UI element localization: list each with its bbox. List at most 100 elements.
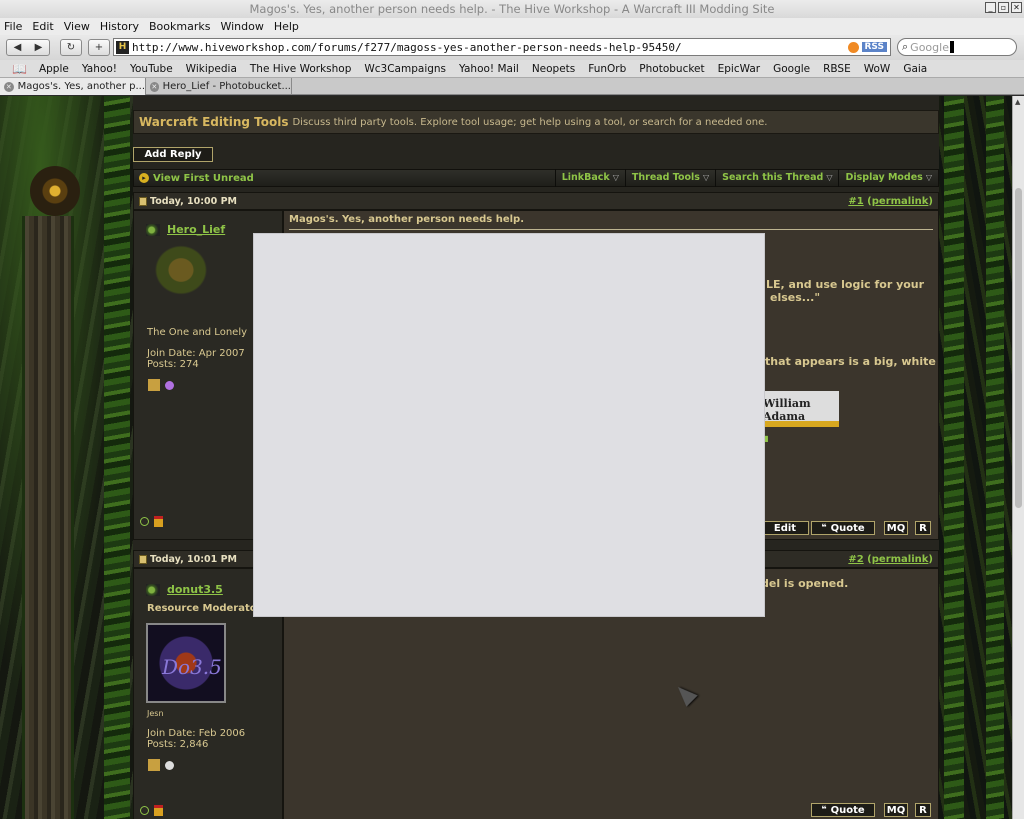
quote-label: Quote — [830, 522, 865, 534]
post-footer-icons — [140, 516, 163, 527]
user-row: donut3.5 — [146, 583, 223, 596]
back-button[interactable]: ◀ — [7, 42, 28, 53]
site-favicon-icon: H — [116, 40, 129, 54]
tab-photobucket[interactable]: ✕ Hero_Lief - Photobucket... — [146, 78, 292, 95]
window-title-bar: Magos's. Yes, another person needs help.… — [0, 0, 1024, 18]
bookmark-google[interactable]: Google — [773, 63, 810, 75]
menu-history[interactable]: History — [100, 20, 139, 33]
menu-file[interactable]: File — [4, 20, 22, 33]
gift-icon[interactable] — [154, 516, 163, 527]
address-bar[interactable]: H http://www.hiveworkshop.com/forums/f27… — [113, 38, 891, 56]
close-tab-icon[interactable]: ✕ — [150, 81, 159, 92]
forum-name-link[interactable]: Warcraft Editing Tools — [139, 115, 288, 129]
bookmark-wikipedia[interactable]: Wikipedia — [186, 63, 237, 75]
search-icon[interactable]: ⌕ — [902, 40, 908, 54]
chevron-down-icon: ▽ — [702, 173, 710, 182]
join-date: Join Date: Feb 2006 — [147, 728, 246, 739]
reply-button[interactable]: R — [915, 521, 931, 535]
username-link[interactable]: Hero_Lief — [167, 223, 225, 236]
bookmark-hive-workshop[interactable]: The Hive Workshop — [250, 63, 352, 75]
window-title: Magos's. Yes, another person needs help.… — [249, 2, 775, 16]
maximize-button[interactable]: ▫ — [998, 2, 1009, 13]
permalink-link[interactable]: permalink — [872, 554, 929, 565]
close-tab-icon[interactable]: ✕ — [4, 81, 14, 92]
new-tab-button[interactable]: + — [88, 39, 110, 56]
rss-badge[interactable]: RSS — [861, 42, 887, 52]
bookmark-wc3campaigns[interactable]: Wc3Campaigns — [364, 63, 446, 75]
post-text-line: del is opened. — [761, 577, 849, 590]
reputation-icons — [148, 379, 174, 391]
bookmark-gaia[interactable]: Gaia — [903, 63, 927, 75]
display-modes-menu[interactable]: Display Modes ▽ — [838, 169, 938, 187]
reputation-icon — [148, 759, 160, 771]
white-orb-icon — [165, 760, 174, 770]
purple-orb-icon — [165, 380, 174, 390]
menu-help[interactable]: Help — [274, 20, 299, 33]
scroll-thumb[interactable] — [1015, 188, 1022, 508]
multi-quote-button[interactable]: MQ — [884, 803, 908, 817]
bookmarks-book-icon[interactable]: 📖 — [12, 62, 27, 76]
search-thread-menu[interactable]: Search this Thread ▽ — [715, 169, 838, 187]
bookmark-youtube[interactable]: YouTube — [130, 63, 173, 75]
reply-button[interactable]: R — [915, 803, 931, 817]
post-footer-icons — [140, 805, 163, 816]
post-number-link[interactable]: #2 — [848, 554, 863, 565]
quote-bubble-icon: ❝ — [821, 523, 827, 533]
thread-tools-menu[interactable]: Thread Tools ▽ — [624, 169, 715, 187]
permalink-link[interactable]: permalink — [872, 196, 929, 207]
bookmark-yahoo-mail[interactable]: Yahoo! Mail — [459, 63, 519, 75]
post-icon — [139, 554, 147, 564]
minimize-button[interactable]: _ — [985, 2, 996, 13]
menu-view[interactable]: View — [64, 20, 90, 33]
linkback-menu[interactable]: LinkBack ▽ — [554, 169, 625, 187]
view-first-unread-link[interactable]: ▸ View First Unread — [134, 173, 555, 184]
bookmark-rbse[interactable]: RBSE — [823, 63, 851, 75]
chevron-down-icon: ▽ — [612, 173, 619, 182]
avatar[interactable] — [146, 237, 216, 297]
url-text[interactable]: http://www.hiveworkshop.com/forums/f277/… — [132, 41, 848, 54]
tab-magos[interactable]: ✕ Magos's. Yes, another p... — [0, 78, 146, 95]
view-first-unread-label: View First Unread — [153, 172, 254, 184]
close-button[interactable]: ✕ — [1011, 2, 1022, 13]
bookmark-photobucket[interactable]: Photobucket — [639, 63, 704, 75]
quote-label: Quote — [830, 804, 865, 816]
post-text-line: that appears is a big, white — [765, 355, 936, 368]
post-count: Posts: 274 — [147, 359, 199, 370]
post-number: #1 (permalink) — [848, 195, 933, 207]
tab-bar: ✕ Magos's. Yes, another p... ✕ Hero_Lief… — [0, 78, 1024, 95]
gift-icon[interactable] — [154, 805, 163, 816]
vertical-scrollbar[interactable]: ▲ — [1012, 96, 1024, 819]
search-field[interactable]: ⌕ Google — [897, 38, 1017, 56]
bookmark-epicwar[interactable]: EpicWar — [718, 63, 760, 75]
scroll-up-arrow-icon[interactable]: ▲ — [1015, 98, 1020, 106]
chevron-down-icon: ▽ — [826, 173, 833, 182]
multi-quote-button[interactable]: MQ — [884, 521, 908, 535]
linkback-label: LinkBack — [561, 172, 610, 183]
add-reply-button[interactable]: Add Reply — [133, 147, 213, 162]
reputation-icon — [148, 379, 160, 391]
tab-label: Hero_Lief - Photobucket... — [162, 81, 291, 92]
chevron-down-icon: ▽ — [925, 173, 932, 182]
bookmark-yahoo[interactable]: Yahoo! — [82, 63, 117, 75]
post-icon — [139, 196, 147, 206]
bookmark-funorb[interactable]: FunOrb — [588, 63, 626, 75]
quote-button[interactable]: ❝ Quote — [811, 803, 875, 817]
avatar-text: Do3.5 — [162, 655, 222, 679]
user-status-text: Jesn — [147, 709, 164, 718]
post-text-line: elses..." — [770, 291, 821, 304]
rss-feed-icon[interactable] — [847, 41, 859, 53]
menu-edit[interactable]: Edit — [32, 20, 53, 33]
avatar[interactable]: Do3.5 — [146, 623, 226, 703]
post-number-link[interactable]: #1 — [848, 196, 863, 207]
menu-bookmarks[interactable]: Bookmarks — [149, 20, 210, 33]
bookmark-wow[interactable]: WoW — [864, 63, 891, 75]
username-link[interactable]: donut3.5 — [167, 583, 223, 596]
bookmark-neopets[interactable]: Neopets — [532, 63, 575, 75]
forward-button[interactable]: ▶ — [28, 42, 49, 53]
menu-window[interactable]: Window — [220, 20, 263, 33]
user-row: Hero_Lief — [146, 223, 225, 236]
reload-button[interactable]: ↻ — [60, 39, 82, 56]
quote-button[interactable]: ❝ Quote — [811, 521, 875, 535]
bookmark-apple[interactable]: Apple — [39, 63, 69, 75]
edit-button[interactable]: Edit — [761, 521, 809, 535]
